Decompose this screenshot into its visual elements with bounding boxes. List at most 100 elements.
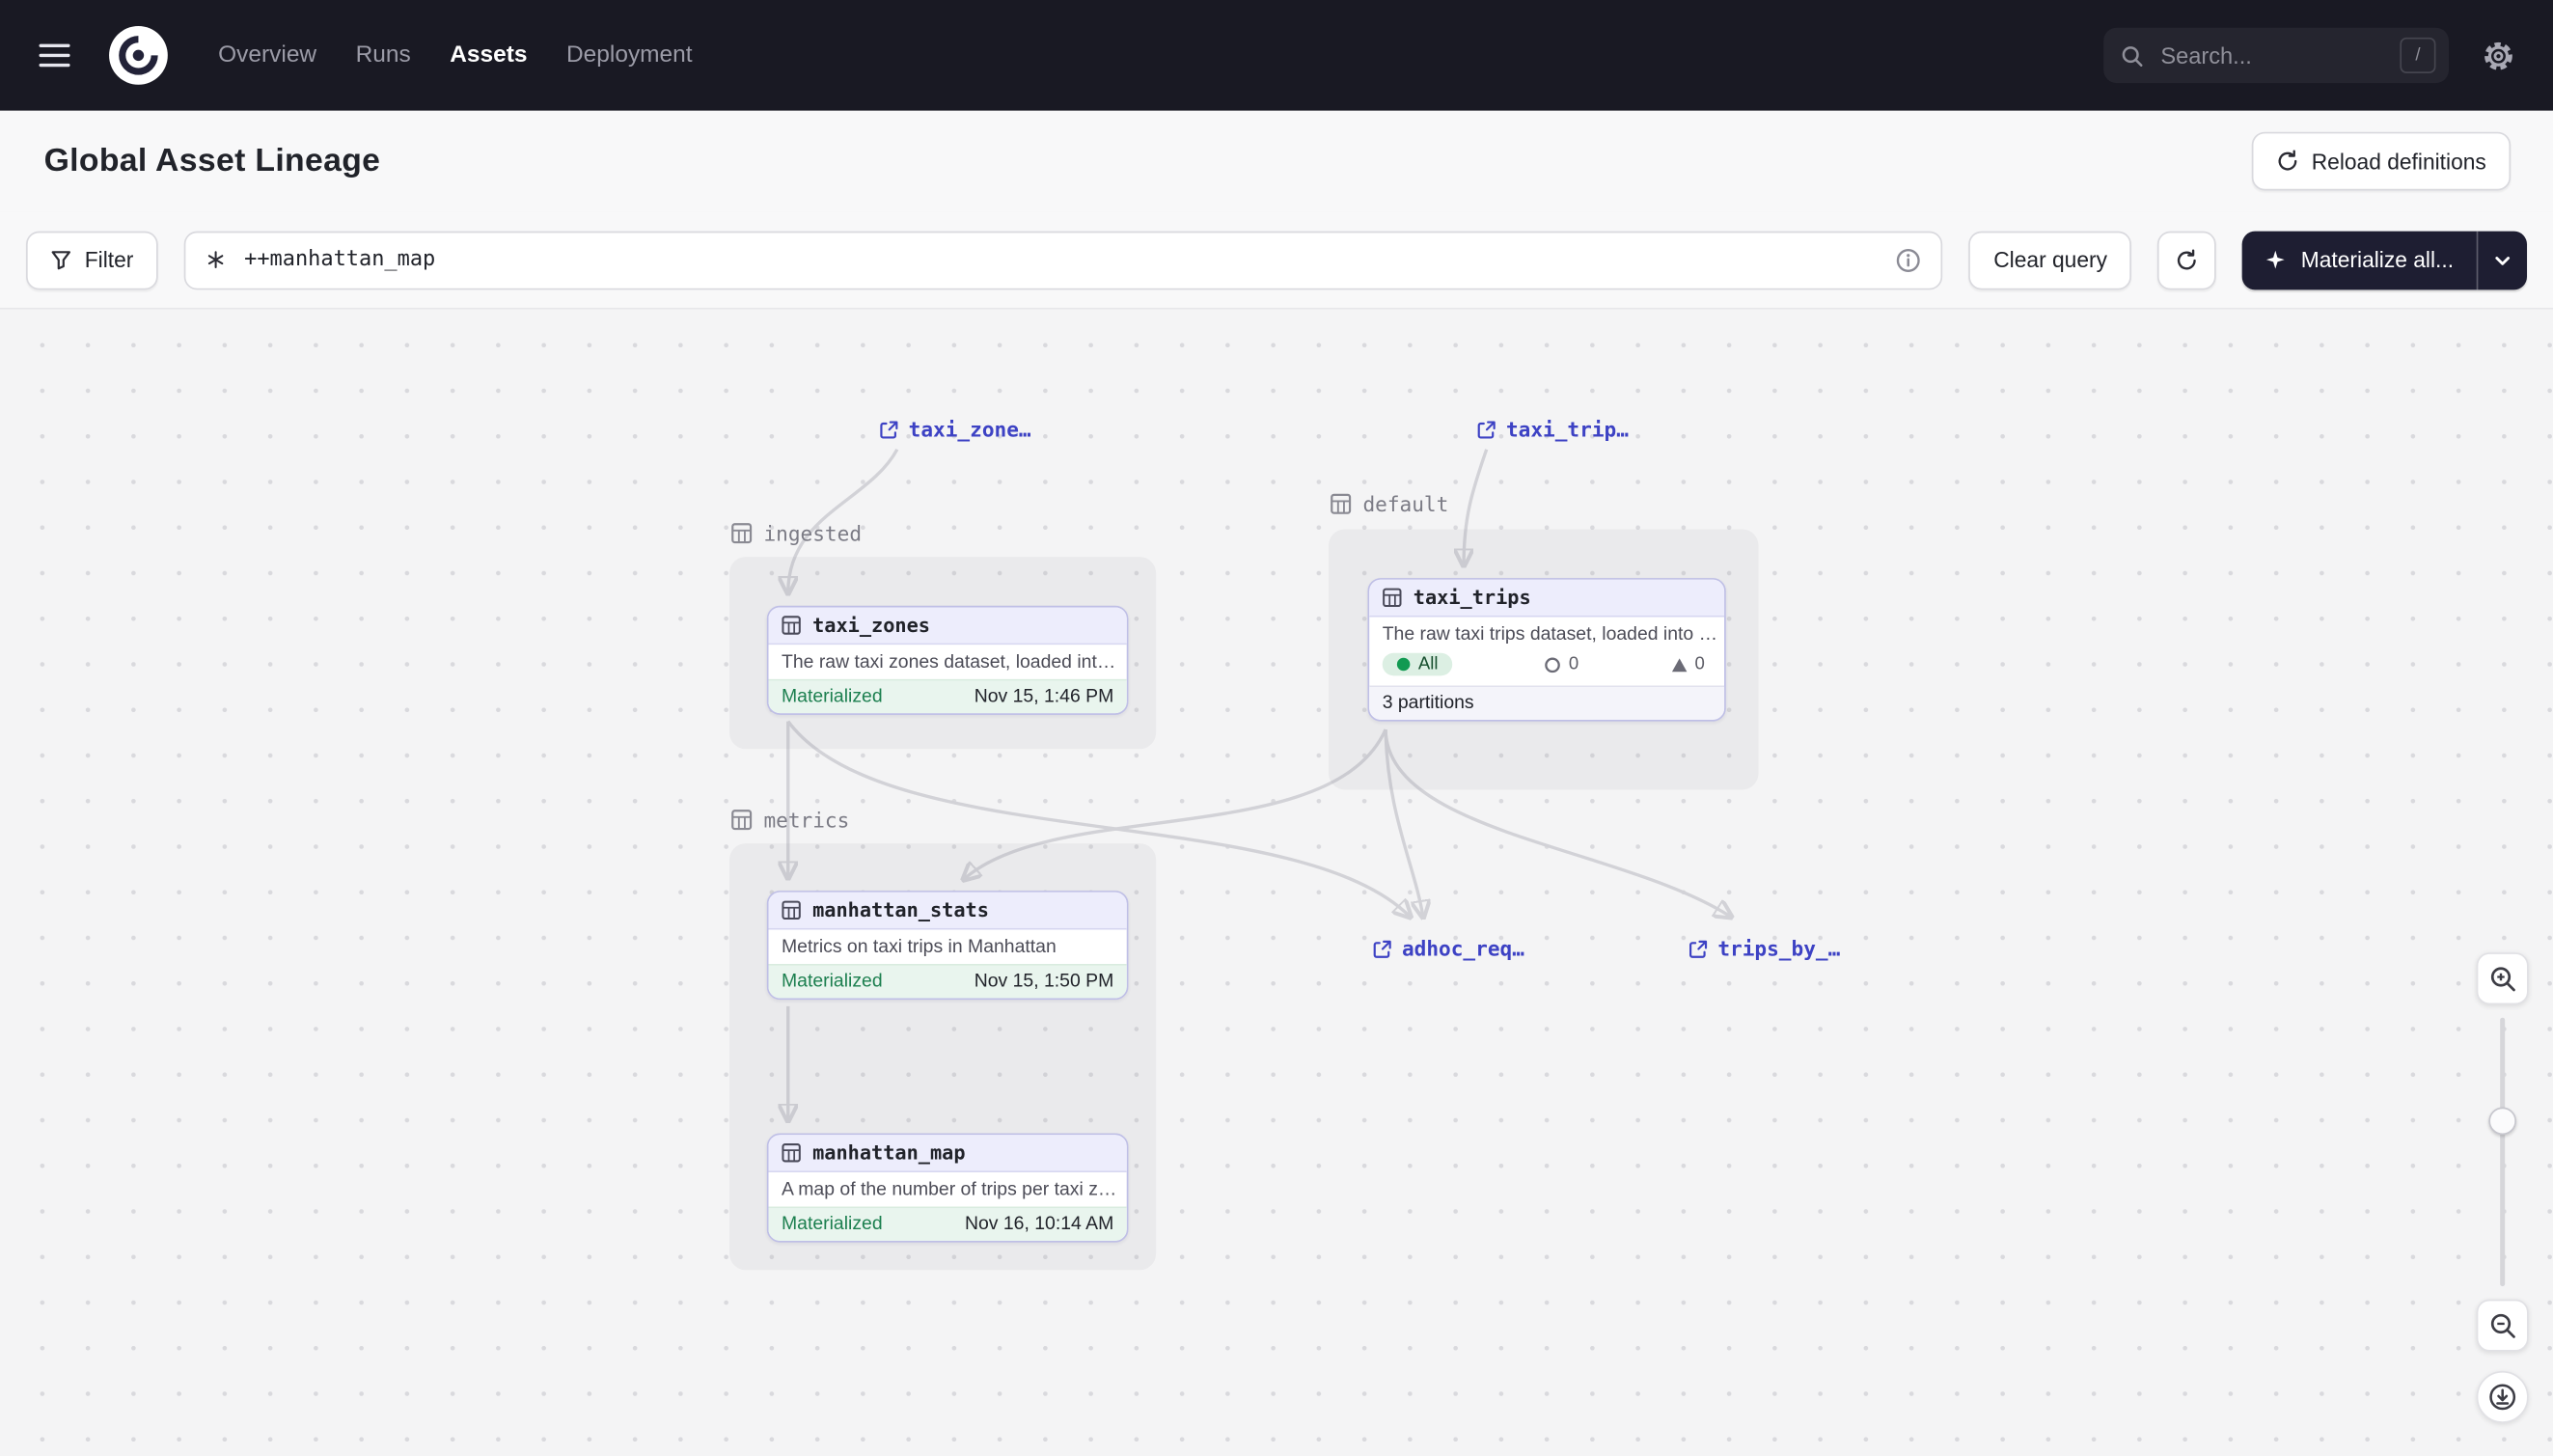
page-header: Global Asset Lineage Reload definitions: [0, 111, 2553, 212]
asset-node-taxi-trips[interactable]: taxi_trips The raw taxi trips dataset, l…: [1368, 578, 1726, 722]
table-icon: [1383, 588, 1402, 607]
asset-selection-query[interactable]: [241, 246, 1881, 274]
zoom-out-icon: [2488, 1311, 2516, 1339]
external-asset-label: taxi_trip…: [1506, 417, 1629, 441]
table-group-icon: [731, 810, 753, 831]
materialized-status: Materialized: [782, 687, 883, 706]
asset-description: A map of the number of trips per taxi z…: [769, 1172, 1127, 1206]
partitions-missing-stat: 0: [1545, 654, 1579, 673]
asset-selection-input[interactable]: [184, 231, 1943, 289]
asset-node-manhattan-stats[interactable]: manhattan_stats Metrics on taxi trips in…: [767, 891, 1129, 1000]
external-asset-taxi-zone-file[interactable]: taxi_zone…: [879, 417, 1030, 441]
global-search[interactable]: /: [2103, 28, 2449, 83]
external-asset-trips-by[interactable]: trips_by_…: [1688, 936, 1840, 960]
materialize-dropdown-button[interactable]: [2477, 231, 2527, 289]
zoom-out-button[interactable]: [2477, 1300, 2529, 1352]
failed-count: 0: [1694, 654, 1704, 673]
zoom-in-icon: [2488, 965, 2516, 993]
lineage-edges: [0, 310, 2553, 1456]
nav-item-deployment[interactable]: Deployment: [563, 36, 696, 75]
gear-icon: [2481, 39, 2514, 72]
recenter-button[interactable]: [2477, 1371, 2529, 1423]
lineage-canvas[interactable]: ingested default metrics: [0, 310, 2553, 1456]
top-nav: Overview Runs Assets Deployment /: [0, 0, 2553, 111]
app-root: Overview Runs Assets Deployment / Global…: [0, 0, 2553, 1456]
circle-outline-icon: [1545, 655, 1563, 673]
group-label-metrics[interactable]: metrics: [731, 808, 850, 832]
external-asset-label: taxi_zone…: [909, 417, 1031, 441]
arrow-down-circle-icon: [2488, 1383, 2517, 1412]
external-link-icon: [1688, 939, 1708, 958]
settings-button[interactable]: [2468, 26, 2527, 85]
search-input[interactable]: [2157, 41, 2387, 69]
page-title: Global Asset Lineage: [44, 143, 381, 180]
partitions-all-pill: All: [1383, 653, 1453, 676]
materialized-timestamp: Nov 16, 10:14 AM: [965, 1215, 1113, 1234]
asset-title: manhattan_map: [812, 1141, 965, 1165]
asset-title: taxi_trips: [1414, 587, 1531, 610]
asset-node-manhattan-map[interactable]: manhattan_map A map of the number of tri…: [767, 1134, 1129, 1243]
filter-button[interactable]: Filter: [26, 231, 158, 289]
asset-description: The raw taxi trips dataset, loaded into …: [1369, 618, 1724, 651]
asset-title: manhattan_stats: [812, 899, 989, 922]
partition-stats-row: All 0 0: [1369, 651, 1724, 685]
materialized-timestamp: Nov 15, 1:50 PM: [975, 972, 1114, 991]
main-nav: Overview Runs Assets Deployment: [215, 36, 696, 75]
table-group-icon: [731, 523, 753, 544]
refresh-query-button[interactable]: [2157, 231, 2216, 289]
hamburger-icon: [40, 44, 70, 47]
refresh-icon: [2176, 248, 2199, 271]
external-asset-label: trips_by_…: [1717, 936, 1840, 960]
clear-query-label: Clear query: [1993, 248, 2107, 272]
sparkle-icon: [2265, 249, 2287, 270]
asset-title: taxi_zones: [812, 614, 930, 637]
zoom-controls: [2477, 952, 2529, 1423]
dagster-logo-icon: [107, 24, 169, 86]
chevron-down-icon: [2493, 250, 2512, 269]
reload-definitions-button[interactable]: Reload definitions: [2251, 132, 2511, 191]
dagster-logo[interactable]: [107, 24, 169, 86]
external-asset-label: adhoc_req…: [1402, 936, 1524, 960]
lineage-toolbar: Filter Clear query: [0, 211, 2553, 309]
group-label-ingested[interactable]: ingested: [731, 521, 862, 545]
partitions-all-label: All: [1418, 654, 1439, 673]
refresh-icon: [2276, 150, 2299, 173]
reload-definitions-label: Reload definitions: [2312, 149, 2486, 173]
table-icon: [782, 900, 801, 920]
external-link-icon: [1477, 420, 1496, 439]
group-name: default: [1362, 492, 1448, 516]
selection-syntax-icon: [206, 249, 227, 270]
partitions-failed-stat: 0: [1670, 654, 1705, 673]
triangle-warning-icon: [1670, 655, 1688, 673]
group-label-default[interactable]: default: [1331, 492, 1449, 516]
external-link-icon: [1373, 939, 1392, 958]
clear-query-button[interactable]: Clear query: [1969, 231, 2131, 289]
materialize-all-label: Materialize all...: [2301, 248, 2454, 272]
external-asset-taxi-trip-file[interactable]: taxi_trip…: [1477, 417, 1629, 441]
zoom-slider-track[interactable]: [2500, 1018, 2505, 1286]
table-icon: [782, 616, 801, 635]
zoom-slider-knob[interactable]: [2488, 1108, 2516, 1136]
table-group-icon: [1331, 493, 1352, 514]
missing-count: 0: [1569, 654, 1578, 673]
nav-item-runs[interactable]: Runs: [352, 36, 414, 75]
info-icon[interactable]: [1896, 247, 1922, 273]
nav-item-assets[interactable]: Assets: [447, 36, 531, 75]
zoom-slider[interactable]: [2477, 1018, 2529, 1286]
menu-button[interactable]: [26, 26, 85, 85]
search-icon: [2120, 43, 2144, 68]
group-name: metrics: [763, 808, 849, 832]
asset-node-taxi-zones[interactable]: taxi_zones The raw taxi zones dataset, l…: [767, 606, 1129, 715]
partition-count-label: 3 partitions: [1383, 694, 1474, 713]
zoom-in-button[interactable]: [2477, 952, 2529, 1004]
table-icon: [782, 1143, 801, 1163]
nav-item-overview[interactable]: Overview: [215, 36, 320, 75]
materialized-status: Materialized: [782, 972, 883, 991]
success-dot-icon: [1397, 658, 1411, 672]
materialize-all-button[interactable]: Materialize all...: [2242, 231, 2477, 289]
funnel-icon: [50, 249, 71, 270]
search-shortcut-hint: /: [2400, 38, 2435, 73]
asset-description: The raw taxi zones dataset, loaded int…: [769, 645, 1127, 678]
external-asset-adhoc-request[interactable]: adhoc_req…: [1373, 936, 1524, 960]
group-name: ingested: [763, 521, 862, 545]
